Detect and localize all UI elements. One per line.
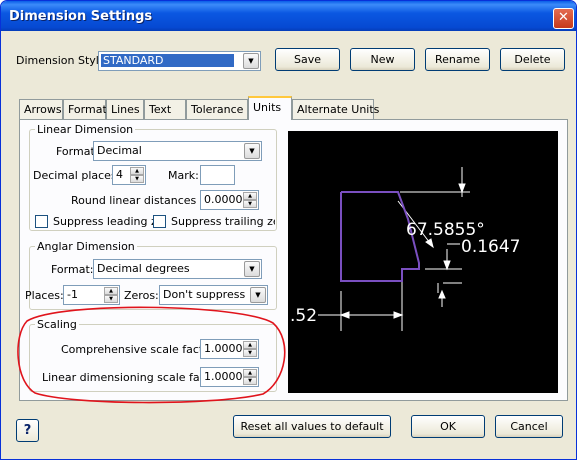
linear-scale-spinner[interactable]: 1.0000 ▲ ▼ — [200, 367, 259, 387]
mark-label: Mark: — [168, 169, 199, 182]
suppress-leading-checkbox[interactable] — [35, 215, 48, 228]
tab-text[interactable]: Text — [144, 99, 186, 119]
scaling-title: Scaling — [35, 318, 79, 331]
suppress-leading-label: Suppress leading zero — [53, 215, 155, 228]
linear-format-select[interactable]: Decimal ▼ — [93, 141, 262, 161]
preview-drawing: 67.5855° 0.1647 .52 — [290, 167, 520, 331]
round-distances-value: 0.0000 — [204, 193, 243, 206]
angular-format-value: Decimal degrees — [97, 262, 190, 275]
rename-button[interactable]: Rename — [425, 48, 490, 71]
tab-format[interactable]: Format — [63, 99, 107, 119]
close-icon: ✕ — [558, 10, 569, 25]
chevron-down-icon[interactable]: ▼ — [244, 261, 260, 277]
tab-alternate-units[interactable]: Alternate Units — [292, 99, 379, 119]
spin-up-icon[interactable]: ▲ — [243, 369, 257, 377]
title-bar[interactable]: Dimension Settings ✕ — [1, 1, 576, 31]
zeros-select[interactable]: Don't suppress ▼ — [159, 285, 268, 305]
dimension-style-value: STANDARD — [101, 54, 234, 67]
help-icon: ? — [23, 423, 32, 438]
angular-format-select[interactable]: Decimal degrees ▼ — [93, 259, 262, 279]
tab-units[interactable]: Units — [248, 96, 292, 120]
spin-down-icon[interactable]: ▼ — [130, 175, 144, 183]
spin-up-icon[interactable]: ▲ — [243, 192, 257, 200]
places-label: Places: — [25, 289, 64, 302]
chevron-down-icon[interactable]: ▼ — [250, 287, 266, 303]
spin-down-icon[interactable]: ▼ — [243, 377, 257, 385]
decimal-places-label: Decimal places: — [33, 169, 121, 182]
zeros-value: Don't suppress — [163, 288, 246, 301]
round-distances-spinner[interactable]: 0.0000 ▲ ▼ — [200, 190, 259, 210]
angular-dimension-title: Anglar Dimension — [35, 240, 137, 253]
comprehensive-scale-label: Comprehensive scale factor: — [61, 343, 219, 356]
chevron-down-icon[interactable]: ▼ — [244, 143, 260, 159]
spin-up-icon[interactable]: ▲ — [104, 287, 118, 295]
decimal-places-value: 4 — [116, 168, 123, 181]
help-button[interactable]: ? — [16, 419, 39, 442]
spin-down-icon[interactable]: ▼ — [104, 295, 118, 303]
tab-tolerance[interactable]: Tolerance — [186, 99, 248, 119]
comprehensive-scale-spinner[interactable]: 1.0000 ▲ ▼ — [200, 339, 259, 359]
delete-button[interactable]: Delete — [500, 48, 565, 71]
spin-down-icon[interactable]: ▼ — [243, 349, 257, 357]
cancel-button[interactable]: Cancel — [495, 415, 563, 438]
spin-up-icon[interactable]: ▲ — [130, 167, 144, 175]
linear-dimension-title: Linear Dimension — [35, 123, 136, 136]
round-distances-label: Round linear distances to: — [71, 194, 215, 207]
mark-input[interactable] — [200, 165, 235, 185]
tab-arrows[interactable]: Arrows — [19, 99, 63, 119]
linear-scale-label: Linear dimensioning scale factor: — [42, 371, 225, 384]
reset-defaults-button[interactable]: Reset all values to default — [233, 415, 391, 438]
preview-tolerance-text: 0.1647 — [461, 237, 520, 257]
places-spinner[interactable]: -1 ▲ ▼ — [63, 285, 120, 305]
suppress-trailing-label: Suppress trailing zeros — [171, 215, 275, 228]
chevron-down-icon[interactable]: ▼ — [243, 53, 259, 69]
new-button[interactable]: New — [350, 48, 415, 71]
places-value: -1 — [67, 288, 78, 301]
preview-dimension-text: .52 — [290, 306, 317, 326]
dimension-preview: 67.5855° 0.1647 .52 — [288, 131, 558, 393]
close-button[interactable]: ✕ — [553, 8, 574, 29]
suppress-trailing-checkbox[interactable] — [153, 215, 166, 228]
save-button[interactable]: Save — [275, 48, 340, 71]
window-title: Dimension Settings — [9, 9, 153, 24]
tab-lines[interactable]: Lines — [106, 99, 144, 119]
zeros-label: Zeros: — [124, 289, 159, 302]
dimension-style-select[interactable]: STANDARD ▼ — [98, 51, 261, 71]
linear-scale-value: 1.0000 — [204, 370, 243, 383]
decimal-places-spinner[interactable]: 4 ▲ ▼ — [112, 165, 146, 185]
dimension-settings-dialog: Dimension Settings ✕ Dimension Style: ST… — [0, 0, 577, 460]
comprehensive-scale-value: 1.0000 — [204, 342, 243, 355]
ok-button[interactable]: OK — [411, 415, 485, 438]
spin-up-icon[interactable]: ▲ — [243, 341, 257, 349]
spin-down-icon[interactable]: ▼ — [243, 200, 257, 208]
dimension-style-label: Dimension Style: — [16, 54, 110, 67]
linear-format-value: Decimal — [97, 144, 142, 157]
angular-format-label: Format: — [51, 263, 94, 276]
